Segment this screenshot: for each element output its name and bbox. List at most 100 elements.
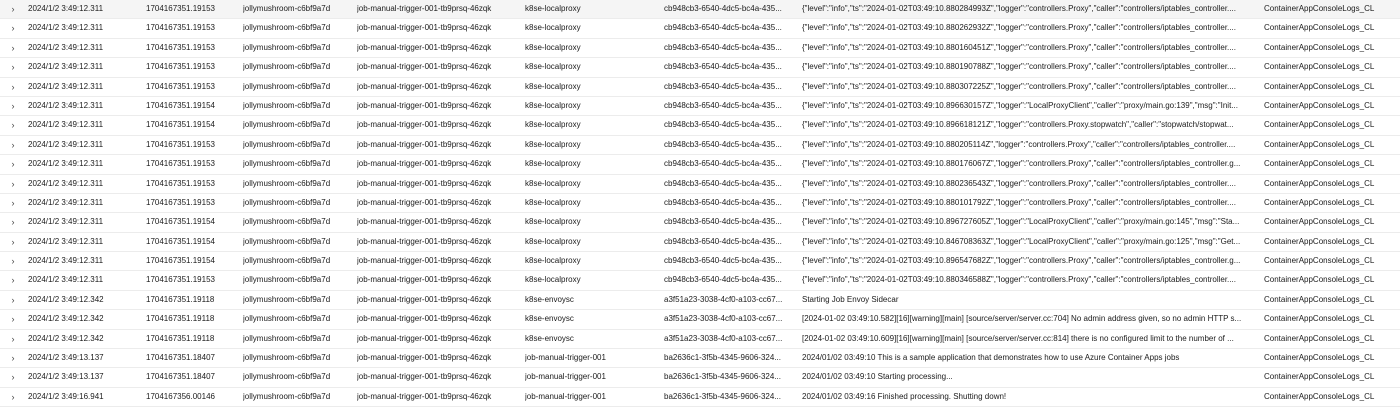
cell-container-id: cb948cb3-6540-4dc5-bc4a-435... — [664, 120, 782, 130]
cell-table-type: ContainerAppConsoleLogs_CL — [1264, 391, 1375, 401]
cell-table-type: ContainerAppConsoleLogs_CL — [1264, 62, 1375, 72]
cell-hostname: jollymushroom-c6bf9a7d — [243, 236, 331, 246]
cell-table-type: ContainerAppConsoleLogs_CL — [1264, 23, 1375, 33]
cell-hostname: jollymushroom-c6bf9a7d — [243, 4, 331, 13]
cell-replica-name: job-manual-trigger-001-tb9prsq-46zqk — [357, 139, 492, 149]
cell-record-id: 1704167351.19118 — [146, 333, 215, 343]
expand-row-chevron-icon[interactable]: › — [8, 368, 18, 386]
expand-row-chevron-icon[interactable]: › — [8, 136, 18, 154]
cell-container-name: k8se-localproxy — [525, 81, 581, 91]
cell-record-id: 1704167356.00146 — [146, 391, 215, 401]
expand-row-chevron-icon[interactable]: › — [8, 310, 18, 328]
expand-row-chevron-icon[interactable]: › — [8, 155, 18, 173]
table-row[interactable]: › 2024/1/2 3:49:12.311 1704167351.19153 jol… — [0, 58, 1400, 78]
expand-row-chevron-icon[interactable]: › — [8, 58, 18, 76]
expand-row-chevron-icon[interactable]: › — [8, 388, 18, 406]
cell-record-id: 1704167351.19154 — [146, 120, 215, 130]
table-row[interactable]: › 2024/1/2 3:49:16.941 1704167356.00146 jol… — [0, 388, 1400, 408]
cell-time-generated: 2024/1/2 3:49:12.342 — [28, 294, 104, 304]
cell-time-generated: 2024/1/2 3:49:12.311 — [28, 197, 104, 207]
expand-row-chevron-icon[interactable]: › — [8, 97, 18, 115]
table-row[interactable]: › 2024/1/2 3:49:12.311 1704167351.19154 jol… — [0, 97, 1400, 117]
cell-container-id: a3f51a23-3038-4cf0-a103-cc67... — [664, 294, 783, 304]
expand-row-chevron-icon[interactable]: › — [8, 39, 18, 57]
expand-row-chevron-icon[interactable]: › — [8, 213, 18, 231]
cell-container-name: k8se-localproxy — [525, 159, 581, 169]
cell-replica-name: job-manual-trigger-001-tb9prsq-46zqk — [357, 81, 492, 91]
cell-table-type: ContainerAppConsoleLogs_CL — [1264, 294, 1375, 304]
cell-log-message: {"level":"info","ts":"2024-01-02T03:49:1… — [802, 100, 1238, 110]
cell-log-message: {"level":"info","ts":"2024-01-02T03:49:1… — [802, 256, 1241, 266]
cell-table-type: ContainerAppConsoleLogs_CL — [1264, 159, 1375, 169]
cell-hostname: jollymushroom-c6bf9a7d — [243, 159, 331, 169]
cell-replica-name: job-manual-trigger-001-tb9prsq-46zqk — [357, 372, 492, 382]
expand-row-chevron-icon[interactable]: › — [8, 252, 18, 270]
cell-time-generated: 2024/1/2 3:49:12.311 — [28, 275, 104, 285]
cell-replica-name: job-manual-trigger-001-tb9prsq-46zqk — [357, 120, 492, 130]
table-row[interactable]: › 2024/1/2 3:49:12.342 1704167351.19118 jol… — [0, 330, 1400, 350]
expand-row-chevron-icon[interactable]: › — [8, 0, 18, 18]
cell-log-message: Starting Job Envoy Sidecar — [802, 294, 899, 304]
table-row[interactable]: › 2024/1/2 3:49:12.311 1704167351.19154 jol… — [0, 116, 1400, 136]
cell-hostname: jollymushroom-c6bf9a7d — [243, 353, 331, 363]
expand-row-chevron-icon[interactable]: › — [8, 116, 18, 134]
cell-table-type: ContainerAppConsoleLogs_CL — [1264, 4, 1375, 13]
cell-replica-name: job-manual-trigger-001-tb9prsq-46zqk — [357, 197, 492, 207]
cell-container-name: k8se-localproxy — [525, 4, 581, 13]
cell-log-message: 2024/01/02 03:49:10 This is a sample app… — [802, 353, 1180, 363]
expand-row-chevron-icon[interactable]: › — [8, 291, 18, 309]
cell-container-id: ba2636c1-3f5b-4345-9606-324... — [664, 353, 781, 363]
cell-log-message: {"level":"info","ts":"2024-01-02T03:49:1… — [802, 23, 1236, 33]
expand-row-chevron-icon[interactable]: › — [8, 194, 18, 212]
cell-table-type: ContainerAppConsoleLogs_CL — [1264, 314, 1375, 324]
expand-row-chevron-icon[interactable]: › — [8, 330, 18, 348]
expand-row-chevron-icon[interactable]: › — [8, 271, 18, 289]
cell-table-type: ContainerAppConsoleLogs_CL — [1264, 42, 1375, 52]
cell-table-type: ContainerAppConsoleLogs_CL — [1264, 256, 1375, 266]
expand-row-chevron-icon[interactable]: › — [8, 349, 18, 367]
expand-row-chevron-icon[interactable]: › — [8, 175, 18, 193]
table-row[interactable]: › 2024/1/2 3:49:12.311 1704167351.19153 jol… — [0, 271, 1400, 291]
cell-time-generated: 2024/1/2 3:49:12.311 — [28, 159, 104, 169]
table-row[interactable]: › 2024/1/2 3:49:12.311 1704167351.19153 jol… — [0, 194, 1400, 214]
cell-container-name: k8se-localproxy — [525, 139, 581, 149]
cell-time-generated: 2024/1/2 3:49:12.311 — [28, 62, 104, 72]
expand-row-chevron-icon[interactable]: › — [8, 78, 18, 96]
table-row[interactable]: › 2024/1/2 3:49:12.311 1704167351.19154 jol… — [0, 213, 1400, 233]
table-row[interactable]: › 2024/1/2 3:49:12.311 1704167351.19153 jol… — [0, 19, 1400, 39]
table-row[interactable]: › 2024/1/2 3:49:12.311 1704167351.19154 jol… — [0, 252, 1400, 272]
table-row[interactable]: › 2024/1/2 3:49:12.311 1704167351.19153 jol… — [0, 78, 1400, 97]
cell-time-generated: 2024/1/2 3:49:12.311 — [28, 4, 104, 13]
expand-row-chevron-icon[interactable]: › — [8, 233, 18, 251]
table-row[interactable]: › 2024/1/2 3:49:12.311 1704167351.19153 jol… — [0, 175, 1400, 194]
cell-record-id: 1704167351.19153 — [146, 81, 215, 91]
table-row[interactable]: › 2024/1/2 3:49:12.311 1704167351.19153 jol… — [0, 0, 1400, 20]
cell-log-message: {"level":"info","ts":"2024-01-02T03:49:1… — [802, 159, 1241, 169]
cell-container-id: ba2636c1-3f5b-4345-9606-324... — [664, 391, 781, 401]
cell-time-generated: 2024/1/2 3:49:12.311 — [28, 120, 104, 130]
cell-log-message: {"level":"info","ts":"2024-01-02T03:49:1… — [802, 4, 1236, 13]
cell-container-id: cb948cb3-6540-4dc5-bc4a-435... — [664, 217, 782, 227]
cell-log-message: {"level":"info","ts":"2024-01-02T03:49:1… — [802, 120, 1234, 130]
table-row[interactable]: › 2024/1/2 3:49:12.311 1704167351.19153 jol… — [0, 39, 1400, 59]
table-row[interactable]: › 2024/1/2 3:49:12.311 1704167351.19153 jol… — [0, 136, 1400, 156]
table-row[interactable]: › 2024/1/2 3:49:12.342 1704167351.19118 jol… — [0, 310, 1400, 330]
expand-row-chevron-icon[interactable]: › — [8, 19, 18, 37]
table-row[interactable]: › 2024/1/2 3:49:12.311 1704167351.19153 jol… — [0, 155, 1400, 175]
cell-container-name: k8se-localproxy — [525, 42, 581, 52]
table-row[interactable]: › 2024/1/2 3:49:13.137 1704167351.18407 jol… — [0, 349, 1400, 369]
table-row[interactable]: › 2024/1/2 3:49:13.137 1704167351.18407 jol… — [0, 368, 1400, 388]
cell-container-id: cb948cb3-6540-4dc5-bc4a-435... — [664, 23, 782, 33]
cell-container-name: job-manual-trigger-001 — [525, 372, 606, 382]
cell-hostname: jollymushroom-c6bf9a7d — [243, 391, 331, 401]
cell-container-id: cb948cb3-6540-4dc5-bc4a-435... — [664, 159, 782, 169]
table-row[interactable]: › 2024/1/2 3:49:12.311 1704167351.19154 jol… — [0, 233, 1400, 253]
cell-table-type: ContainerAppConsoleLogs_CL — [1264, 275, 1375, 285]
cell-time-generated: 2024/1/2 3:49:12.311 — [28, 81, 104, 91]
cell-log-message: {"level":"info","ts":"2024-01-02T03:49:1… — [802, 62, 1236, 72]
cell-log-message: {"level":"info","ts":"2024-01-02T03:49:1… — [802, 275, 1236, 285]
cell-replica-name: job-manual-trigger-001-tb9prsq-46zqk — [357, 236, 492, 246]
cell-record-id: 1704167351.19118 — [146, 294, 215, 304]
cell-record-id: 1704167351.18407 — [146, 372, 215, 382]
table-row[interactable]: › 2024/1/2 3:49:12.342 1704167351.19118 jol… — [0, 291, 1400, 311]
